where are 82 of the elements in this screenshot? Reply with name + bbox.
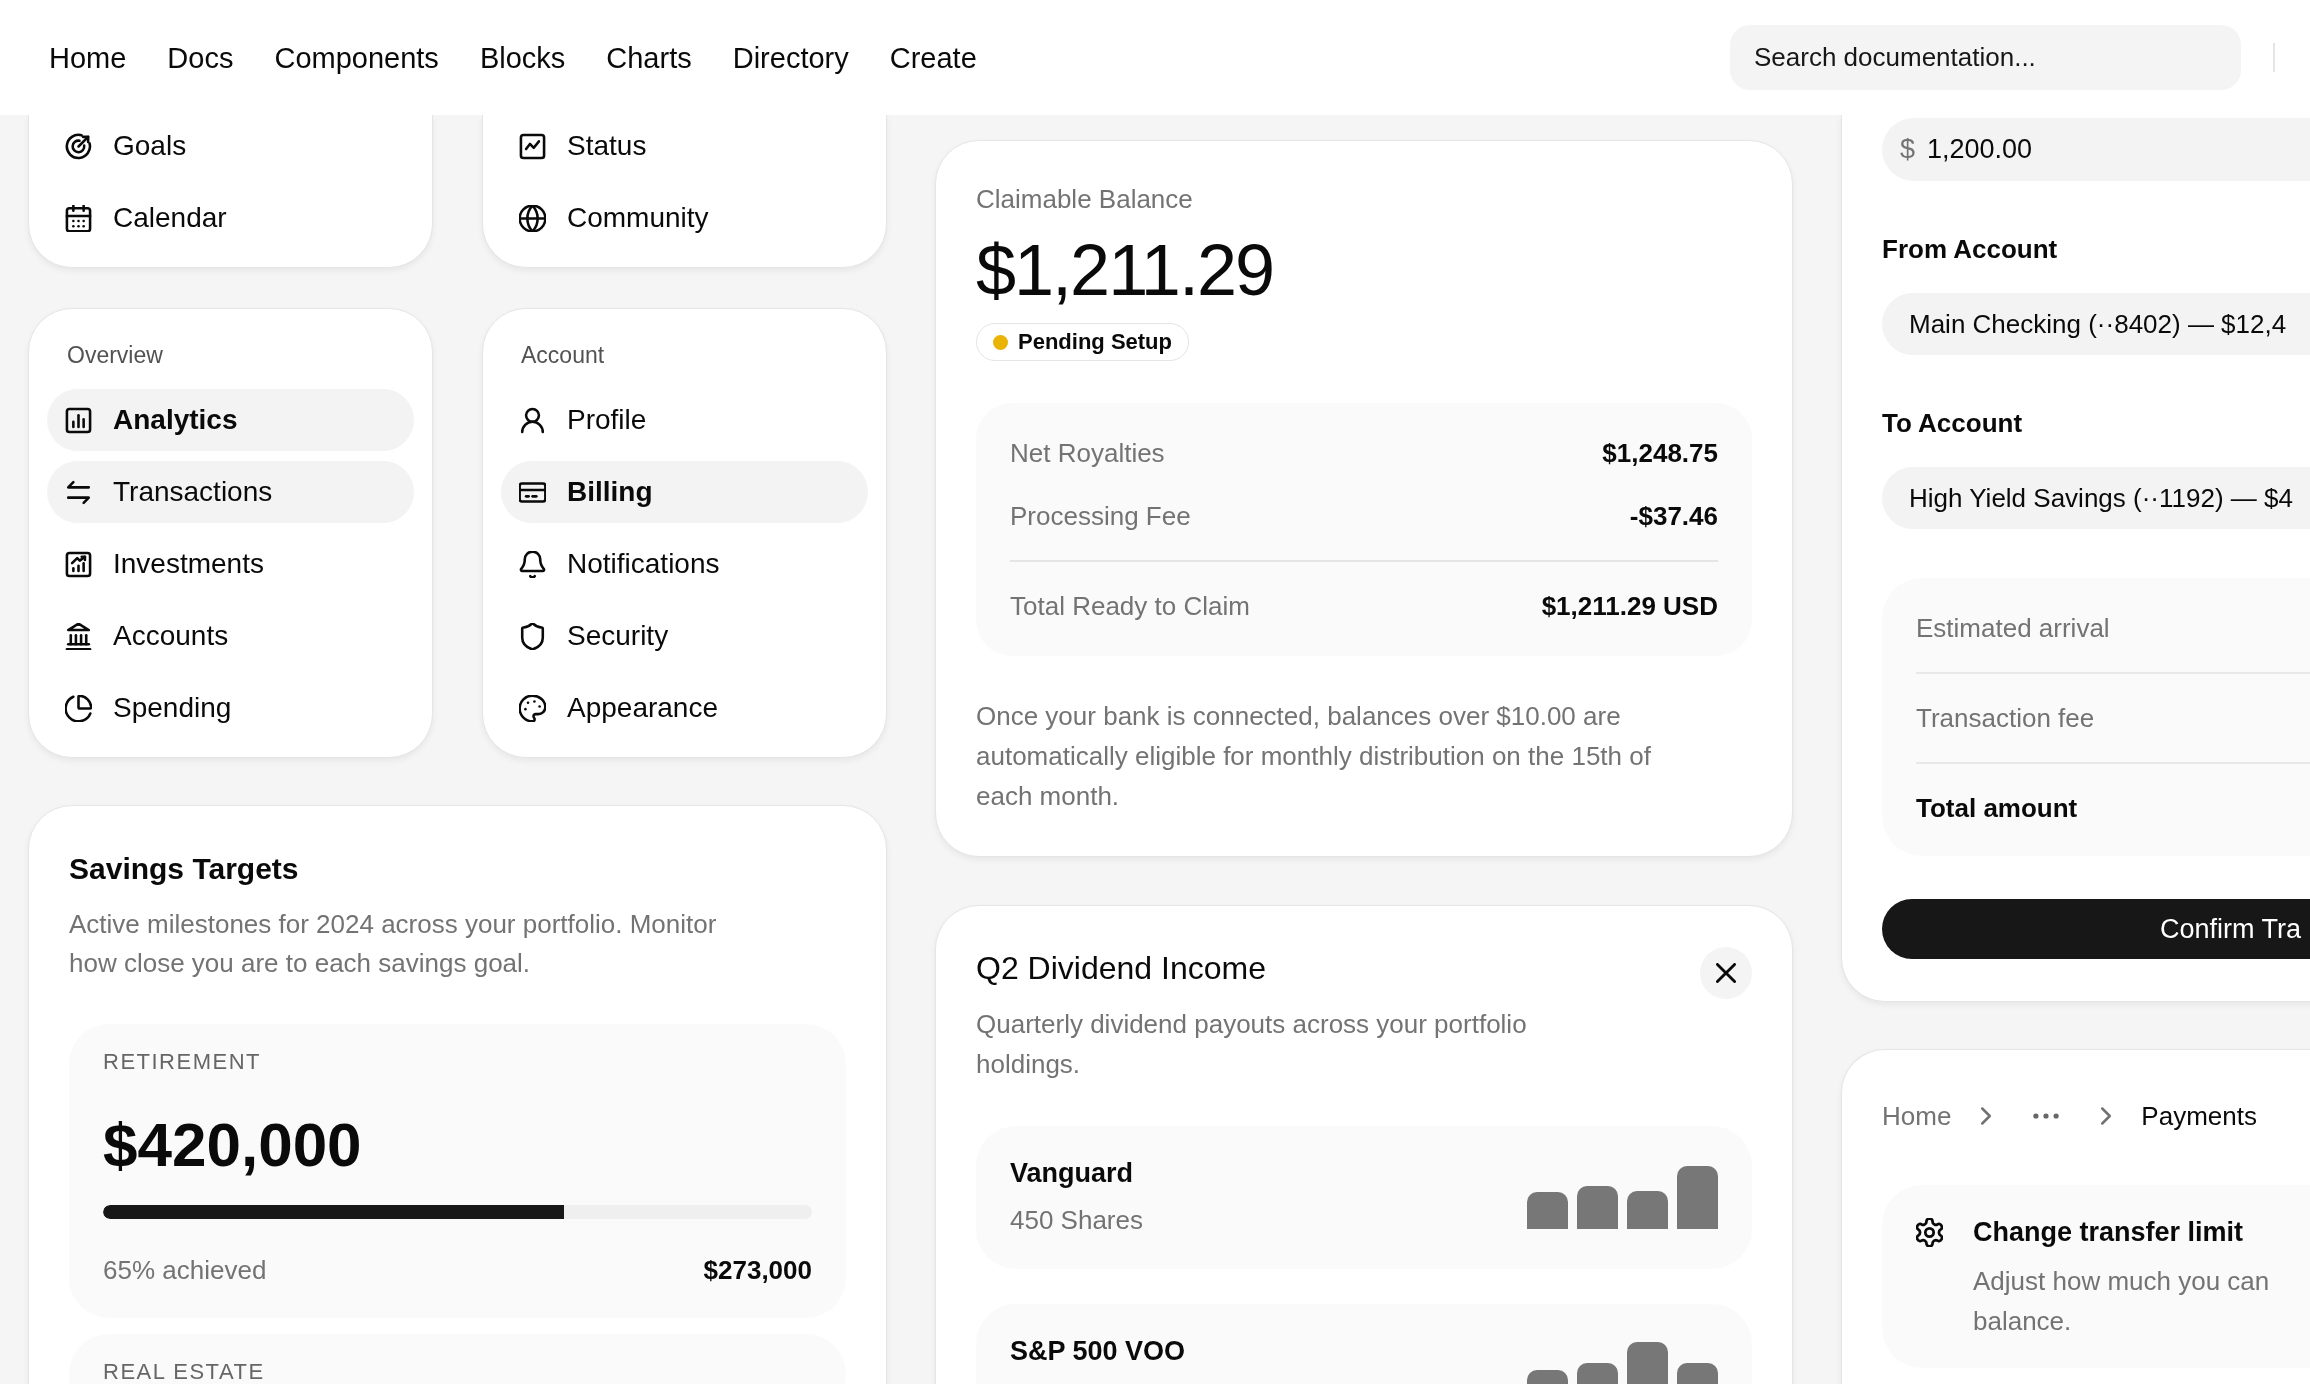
nav-link[interactable]: Directory xyxy=(732,39,849,76)
settings-icon xyxy=(1916,1218,1943,1247)
settings-item-card[interactable]: Change transfer limit Adjust how much you can balance. xyxy=(1882,1185,2310,1368)
menu-item[interactable]: Status xyxy=(501,115,868,177)
growth-chart-icon xyxy=(65,550,92,578)
bar-chart-icon xyxy=(65,406,92,434)
status-label: Pending Setup xyxy=(1018,329,1172,355)
confirm-button[interactable]: Confirm Tra xyxy=(1882,899,2310,959)
holding-name: S&P 500 VOO xyxy=(1010,1335,1186,1368)
search-button[interactable]: Search documentation... xyxy=(1730,25,2241,90)
target-icon xyxy=(65,132,92,160)
card-title: Q2 Dividend Income xyxy=(976,949,1267,988)
menu-item[interactable]: Transactions xyxy=(47,461,414,523)
section-heading: Account xyxy=(520,341,606,370)
balance-amount: $1,211.29 xyxy=(976,229,1274,312)
menu-item[interactable]: Appearance xyxy=(501,677,868,739)
settings-description: Adjust how much you can balance. xyxy=(1973,1265,2270,1338)
breakdown-value: $1,248.75 xyxy=(1602,437,1718,470)
field-label: To Account xyxy=(1882,407,2024,440)
breakdown-value: $1,211.29 USD xyxy=(1541,590,1718,623)
line-chart-icon xyxy=(519,132,546,160)
card-description: Active milestones for 2024 across your portfolio. Monitor how close you are to each savings goal. xyxy=(69,908,718,980)
field-label: From Account xyxy=(1882,233,2059,266)
nav-link[interactable]: Docs xyxy=(167,39,234,76)
summary-label: Estimated arrival xyxy=(1916,613,2110,643)
breadcrumb-current: Payments xyxy=(2141,1100,2257,1132)
menu-item[interactable]: Calendar xyxy=(47,187,414,249)
nav-link[interactable]: Blocks xyxy=(479,39,566,76)
goal-category: REAL ESTATE xyxy=(103,1360,266,1384)
globe-icon xyxy=(519,204,546,232)
nav-link[interactable]: Home xyxy=(49,39,127,76)
close-icon xyxy=(1716,963,1736,983)
menu-item[interactable]: Billing xyxy=(501,461,868,523)
menu-item[interactable]: Spending xyxy=(47,677,414,739)
nav-link[interactable]: Components xyxy=(274,39,439,76)
menu-item[interactable]: Goals xyxy=(47,115,414,177)
balance-note: Once your bank is connected, balances over $10.00 are automatically eligible for monthly distribution on the 15th of each month. xyxy=(976,700,1652,813)
breakdown-value: -$37.46 xyxy=(1629,500,1718,533)
summary-label: Total amount xyxy=(1916,793,2078,823)
settings-title: Change transfer limit xyxy=(1973,1216,2245,1249)
goal-category: RETIREMENT xyxy=(103,1050,262,1074)
bank-icon xyxy=(65,622,92,650)
breakdown-label: Processing Fee xyxy=(1010,500,1191,533)
account-select[interactable]: Main Checking (··8402) — $12,4 xyxy=(1882,293,2310,355)
dividend-bar xyxy=(1627,1191,1668,1229)
summary-label: Transaction fee xyxy=(1916,703,2095,733)
dividend-bar xyxy=(1577,1186,1618,1229)
breadcrumb-link[interactable]: Home xyxy=(1882,1100,1952,1132)
nav-link[interactable]: Charts xyxy=(606,39,692,76)
saved-amount: $273,000 xyxy=(703,1254,812,1287)
close-button[interactable] xyxy=(1700,947,1752,999)
palette-icon xyxy=(519,694,546,722)
calendar-icon xyxy=(65,204,92,232)
menu-item[interactable]: Analytics xyxy=(47,389,414,451)
menu-item[interactable]: Investments xyxy=(47,533,414,595)
chevron-right-icon xyxy=(2101,1107,2112,1125)
shield-icon xyxy=(519,622,546,650)
user-icon xyxy=(519,406,546,434)
menu-item[interactable]: Notifications xyxy=(501,533,868,595)
breakdown-label: Net Royalties xyxy=(1010,437,1165,470)
amount-field[interactable]: $ 1,200.00 xyxy=(1882,118,2310,181)
balance-label: Claimable Balance xyxy=(976,183,1194,216)
menu-item[interactable]: Profile xyxy=(501,389,868,451)
account-select[interactable]: High Yield Savings (··1192) — $4 xyxy=(1882,467,2310,529)
menu-item[interactable]: Accounts xyxy=(47,605,414,667)
bell-icon xyxy=(519,550,546,578)
progress-label: 65% achieved xyxy=(103,1254,267,1287)
menu-item[interactable]: Security xyxy=(501,605,868,667)
nav-link[interactable]: Create xyxy=(889,39,977,76)
ellipsis-icon[interactable] xyxy=(2033,1113,2060,1119)
dividend-bar xyxy=(1527,1192,1568,1229)
dividend-bar xyxy=(1677,1166,1718,1229)
chevron-right-icon xyxy=(1981,1107,1992,1125)
section-heading: Overview xyxy=(66,341,164,370)
goal-amount: $420,000 xyxy=(103,1109,363,1181)
menu-item[interactable]: Community xyxy=(501,187,868,249)
card-description: Quarterly dividend payouts across your portfolio holdings. xyxy=(976,1008,1528,1081)
pie-chart-icon xyxy=(65,694,92,722)
breakdown-label: Total Ready to Claim xyxy=(1010,590,1250,623)
holding-name: Vanguard xyxy=(1010,1157,1135,1190)
holding-shares: 450 Shares xyxy=(1010,1204,1143,1237)
card-title: Savings Targets xyxy=(69,851,300,887)
